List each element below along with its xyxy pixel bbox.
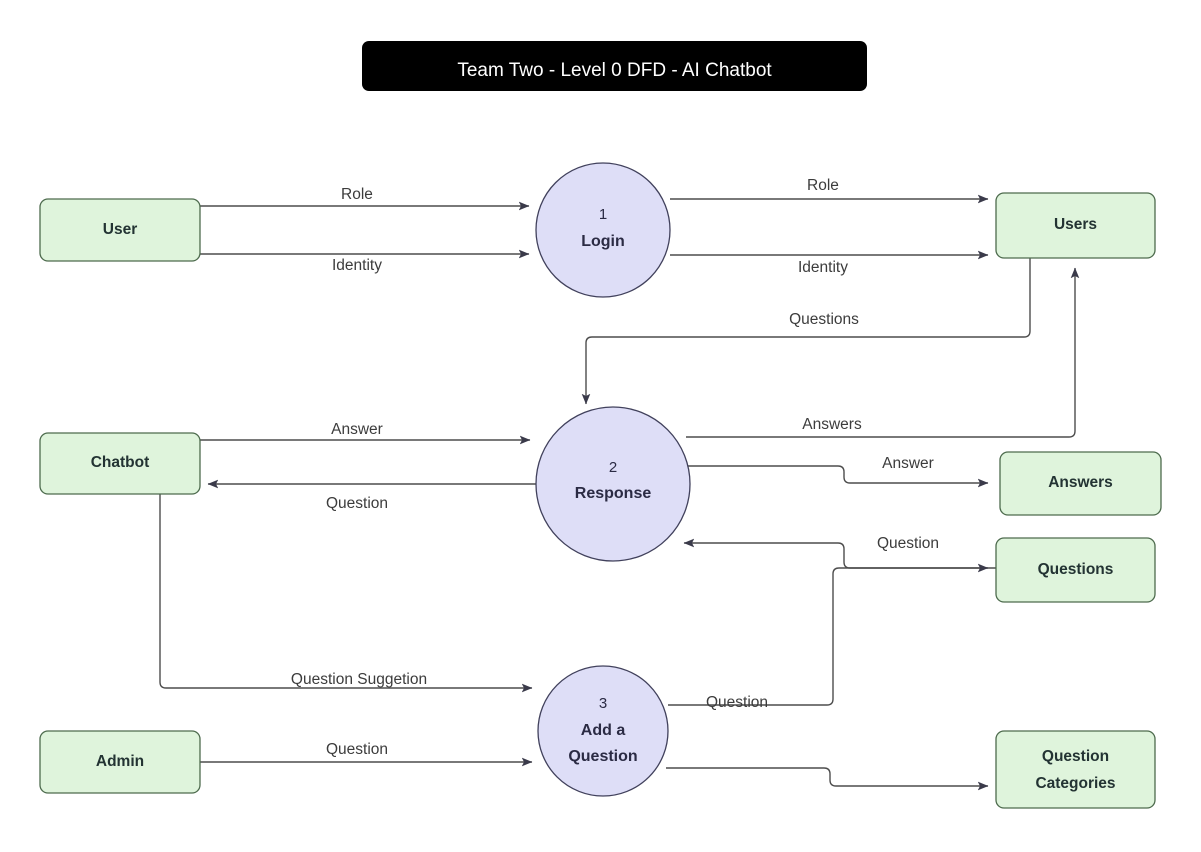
dfd-svg: Team Two - Level 0 DFD - AI Chatbot Role… [39,41,1162,809]
external-entity-admin[interactable]: Admin [39,730,201,794]
flow-label-f1: Role [341,186,373,203]
flow-label-f11: Question Suggetion [291,671,427,688]
flow-label-f10: Question [877,535,939,552]
process-3-add-a-question[interactable]: 3 Add a Question [537,665,669,797]
data-store-question-categories[interactable]: Question Categories [995,730,1156,809]
process-3-name-line1: Add a [581,722,626,739]
data-store-users-label: Users [1054,216,1097,233]
flow-label-f3: Role [807,177,839,194]
flow-label-f12: Question [326,741,388,758]
flow-line-questions-users-response [581,258,1031,405]
process-2-name: Response [575,485,652,502]
flow-label-f9: Answer [882,455,934,472]
data-store-questions-label: Questions [1038,561,1114,578]
process-2-number: 2 [609,459,617,476]
flow-label-f6: Answers [802,416,862,433]
title-banner-text: Team Two - Level 0 DFD - AI Chatbot [457,60,772,81]
process-1-login-circle[interactable] [535,162,671,298]
external-entity-user[interactable]: User [39,198,201,262]
flow-line-answer-response-answers [688,465,989,488]
dfd-canvas: Team Two - Level 0 DFD - AI Chatbot Role… [0,0,1201,852]
process-3-name-line2: Question [568,748,637,765]
process-2-response[interactable]: 2 Response [535,406,691,562]
process-1-number: 1 [599,206,607,223]
flow-label-f13: Question [706,694,768,711]
data-store-users[interactable]: Users [995,192,1156,259]
flow-line-add-question-categories [666,767,989,791]
flow-label-f4: Identity [798,259,848,276]
external-entity-user-label: User [103,221,137,238]
data-store-answers-label: Answers [1048,474,1113,491]
process-1-name: Login [581,233,625,250]
title-banner: Team Two - Level 0 DFD - AI Chatbot [362,41,867,91]
flow-label-f2: Identity [332,257,382,274]
flow-label-f7: Answer [331,421,383,438]
flow-line-answers-response-users [686,267,1080,438]
process-1-login[interactable]: 1 Login [535,162,671,298]
external-entity-admin-label: Admin [96,753,144,770]
data-store-question-categories-label-line1: Question [1042,748,1109,765]
external-entity-chatbot[interactable]: Chatbot [39,432,201,495]
flow-line-question-add-questions [668,563,989,706]
data-store-question-categories-box[interactable] [995,730,1156,809]
flow-label-f5: Questions [789,311,859,328]
flow-line-question-questions-response [683,538,996,569]
flow-label-f8: Question [326,495,388,512]
process-3-number: 3 [599,695,607,712]
data-store-answers[interactable]: Answers [999,451,1162,516]
flow-line-question-suggestion-chatbot-add [159,494,533,693]
process-2-response-circle[interactable] [535,406,691,562]
external-entity-chatbot-label: Chatbot [91,454,150,471]
data-store-questions[interactable]: Questions [995,537,1156,603]
data-store-question-categories-label-line2: Categories [1035,775,1115,792]
